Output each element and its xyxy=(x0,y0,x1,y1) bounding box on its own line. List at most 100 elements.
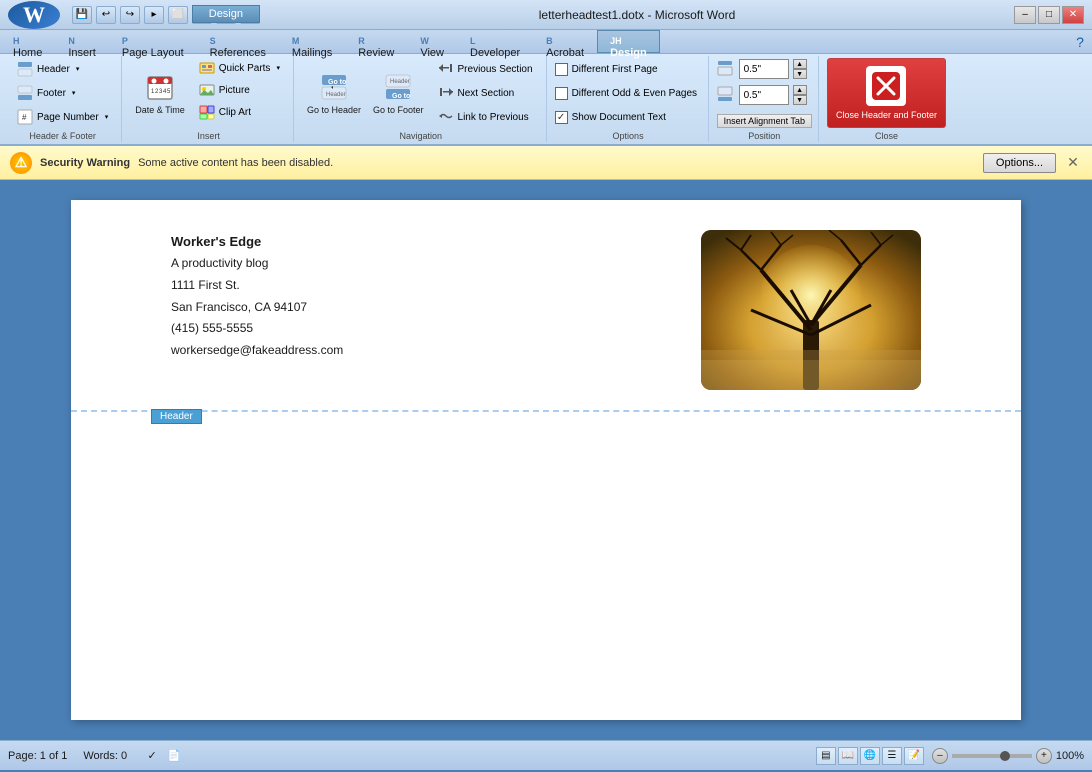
top-margin-spinner-btns: ▲ ▼ xyxy=(793,59,807,79)
document-header: Worker's Edge A productivity blog 1111 F… xyxy=(71,200,1021,412)
group-position: 0.5" ▲ ▼ 0.5" ▲ ▼ xyxy=(711,56,819,142)
zoom-bar: – + 100% xyxy=(932,748,1084,764)
footer-button[interactable]: Footer ▾ xyxy=(10,82,82,104)
security-warning-bar: ⚠ Security Warning Some active content h… xyxy=(0,146,1092,180)
group-insert: 12345 Date & Time Quick Parts ▾ xyxy=(124,56,294,142)
next-section-icon xyxy=(438,84,454,103)
full-reading-btn[interactable]: 📖 xyxy=(838,747,858,765)
window-title: letterheadtest1.dotx - Microsoft Word xyxy=(260,8,1014,22)
goto-footer-button[interactable]: HeaderGo to Go to Footer xyxy=(368,58,429,128)
zoom-level: 100% xyxy=(1056,750,1084,762)
print-layout-btn[interactable]: ▤ xyxy=(816,747,836,765)
quickparts-button[interactable]: Quick Parts ▾ xyxy=(192,58,287,78)
company-address1: 1111 First St. xyxy=(171,275,343,297)
security-title: Security Warning xyxy=(40,157,130,169)
group-navigation-label: Navigation xyxy=(296,130,546,142)
picture-button[interactable]: Picture xyxy=(192,80,287,100)
prev-section-button[interactable]: Previous Section xyxy=(431,58,540,80)
tab-design[interactable]: JH Design xyxy=(597,30,660,53)
link-to-prev-button[interactable]: Link to Previous xyxy=(431,106,540,128)
bottom-margin-up[interactable]: ▲ xyxy=(793,85,807,95)
nav-col: Previous Section Next Section Link to Pr… xyxy=(431,58,540,140)
diff-odd-even-checkbox[interactable] xyxy=(555,87,568,100)
svg-text:Go to: Go to xyxy=(328,79,346,86)
qa5-btn[interactable]: ⬜ xyxy=(168,6,188,24)
proofing-check-icon[interactable]: ✓ xyxy=(143,747,161,765)
tab-review[interactable]: R Review xyxy=(345,30,407,53)
top-margin-spinner[interactable]: 0.5" xyxy=(739,59,789,79)
zoom-slider[interactable] xyxy=(952,754,1032,758)
tab-insert[interactable]: N Insert xyxy=(55,30,109,53)
tab-view[interactable]: W View xyxy=(407,30,457,53)
prev-section-icon xyxy=(438,60,454,79)
save-quick-btn[interactable]: 💾 xyxy=(72,6,92,24)
company-logo-image xyxy=(701,230,921,390)
view-buttons: ▤ 📖 🌐 ☰ 📝 xyxy=(816,747,924,765)
footer-icon xyxy=(17,85,33,101)
document-area: Worker's Edge A productivity blog 1111 F… xyxy=(0,180,1092,740)
top-position-row: 0.5" ▲ ▼ xyxy=(717,58,807,80)
goto-header-icon: Go toHeader xyxy=(318,71,350,103)
window-close-button[interactable]: ✕ xyxy=(1062,6,1084,24)
tab-home[interactable]: H Home xyxy=(0,30,55,53)
security-close-button[interactable]: ✕ xyxy=(1064,154,1082,172)
datetime-icon: 12345 xyxy=(144,71,176,103)
header-icon xyxy=(17,61,33,77)
office-button[interactable]: W xyxy=(8,1,60,29)
tab-acrobat[interactable]: B Acrobat xyxy=(533,30,597,53)
close-x-icon xyxy=(866,66,906,106)
tab-references[interactable]: S References xyxy=(197,30,279,53)
status-bar: Page: 1 of 1 Words: 0 ✓ 📄 ▤ 📖 🌐 ☰ 📝 – + … xyxy=(0,740,1092,770)
zoom-in-button[interactable]: + xyxy=(1036,748,1052,764)
datetime-button[interactable]: 12345 Date & Time xyxy=(130,58,190,128)
diff-first-page-row: Different First Page xyxy=(555,59,658,79)
tab-developer[interactable]: L Developer xyxy=(457,30,533,53)
insert-col: Quick Parts ▾ Picture Clip Art xyxy=(192,58,287,134)
show-doc-text-checkbox[interactable] xyxy=(555,111,568,124)
document-page: Worker's Edge A productivity blog 1111 F… xyxy=(71,200,1021,720)
next-section-button[interactable]: Next Section xyxy=(431,82,540,104)
header-button[interactable]: Header ▾ xyxy=(10,58,86,80)
clipart-icon xyxy=(199,104,215,120)
bottom-margin-spinner[interactable]: 0.5" xyxy=(739,85,789,105)
macro-icon[interactable]: 📄 xyxy=(165,747,183,765)
insert-align-row: Insert Alignment Tab xyxy=(717,110,812,132)
group-close: Close Header and Footer Close xyxy=(821,56,952,142)
picture-icon xyxy=(199,82,215,98)
zoom-thumb xyxy=(1000,751,1010,761)
redo-quick-btn[interactable]: ↪ xyxy=(120,6,140,24)
web-layout-btn[interactable]: 🌐 xyxy=(860,747,880,765)
group-navigation: Go toHeader Go to Header HeaderGo to Go … xyxy=(296,56,547,142)
bottom-margin-down[interactable]: ▼ xyxy=(793,95,807,105)
quickparts-icon xyxy=(199,60,215,76)
undo-quick-btn[interactable]: ↩ xyxy=(96,6,116,24)
clipart-button[interactable]: Clip Art xyxy=(192,102,287,122)
document-body[interactable] xyxy=(71,412,1021,692)
minimize-button[interactable]: – xyxy=(1014,6,1036,24)
tab-pagelayout[interactable]: P Page Layout xyxy=(109,30,197,53)
outline-btn[interactable]: ☰ xyxy=(882,747,902,765)
tab-mailings[interactable]: M Mailings xyxy=(279,30,345,53)
security-message: Some active content has been disabled. xyxy=(138,157,975,169)
group-options-label: Options xyxy=(549,130,708,142)
group-headerfooter-label: Header & Footer xyxy=(4,130,121,142)
zoom-out-button[interactable]: – xyxy=(932,748,948,764)
top-margin-down[interactable]: ▼ xyxy=(793,69,807,79)
header-footer-tools-label: Design xyxy=(192,5,260,23)
goto-header-button[interactable]: Go toHeader Go to Header xyxy=(302,58,366,128)
svg-text:Go to: Go to xyxy=(392,93,410,100)
draft-btn[interactable]: 📝 xyxy=(904,747,924,765)
insert-alignment-button[interactable]: Insert Alignment Tab xyxy=(717,114,812,128)
restore-button[interactable]: □ xyxy=(1038,6,1060,24)
ribbon-help-button[interactable]: ? xyxy=(1068,30,1092,54)
diff-first-page-checkbox[interactable] xyxy=(555,63,568,76)
page-number-button[interactable]: # Page Number ▾ xyxy=(10,106,115,128)
show-doc-text-row: Show Document Text xyxy=(555,107,666,127)
qa4-btn[interactable]: ▸ xyxy=(144,6,164,24)
top-margin-up[interactable]: ▲ xyxy=(793,59,807,69)
close-header-footer-button[interactable]: Close Header and Footer xyxy=(827,58,946,128)
security-options-button[interactable]: Options... xyxy=(983,153,1056,173)
goto-footer-icon: HeaderGo to xyxy=(382,71,414,103)
security-warning-icon: ⚠ xyxy=(10,152,32,174)
company-email: workersedge@fakeaddress.com xyxy=(171,340,343,362)
